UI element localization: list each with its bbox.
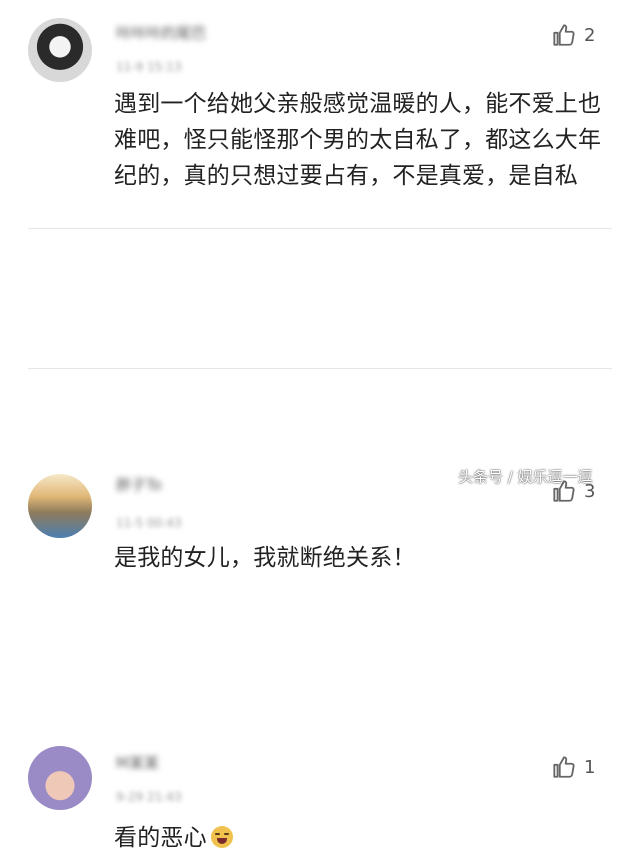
avatar[interactable] [28, 746, 92, 810]
username[interactable]: M某某 [116, 752, 159, 773]
comment-time: 9-29 21:43 [116, 790, 182, 804]
comment-text: 看的恶心 [114, 820, 604, 856]
comment-time: 11-5 00:43 [116, 516, 182, 530]
comment-item: 胖子To 11-5 00:43 3 是我的女儿，我就断绝关系！ [0, 228, 640, 571]
thumbs-up-icon [553, 24, 575, 46]
avatar[interactable] [28, 18, 92, 82]
like-button[interactable]: 2 [550, 22, 595, 48]
comment-item: 咔咔咔的尾巴 11-9 15:13 2 遇到一个给她父亲般感觉温暖的人，能不爱上… [0, 0, 640, 228]
like-count: 1 [584, 756, 596, 778]
comment-text: 是我的女儿，我就断绝关系！ [114, 545, 416, 571]
watermark: 头条号 / 娱乐逗一逗 [458, 468, 593, 486]
thumbs-up-icon [553, 756, 575, 778]
like-button[interactable]: 1 [550, 754, 595, 780]
crying-laughing-emoji-icon [210, 826, 233, 848]
username[interactable]: 咔咔咔的尾巴 [116, 22, 206, 43]
comment-text: 遇到一个给她父亲般感觉温暖的人，能不爱上也难吧，怪只能怪那个男的太自私了，都这么… [114, 91, 602, 189]
comment-text-content: 看的恶心 [114, 825, 207, 851]
comment-time: 11-9 15:13 [116, 60, 182, 74]
emoji-mouth-shape [216, 838, 227, 844]
like-count: 2 [584, 24, 596, 46]
